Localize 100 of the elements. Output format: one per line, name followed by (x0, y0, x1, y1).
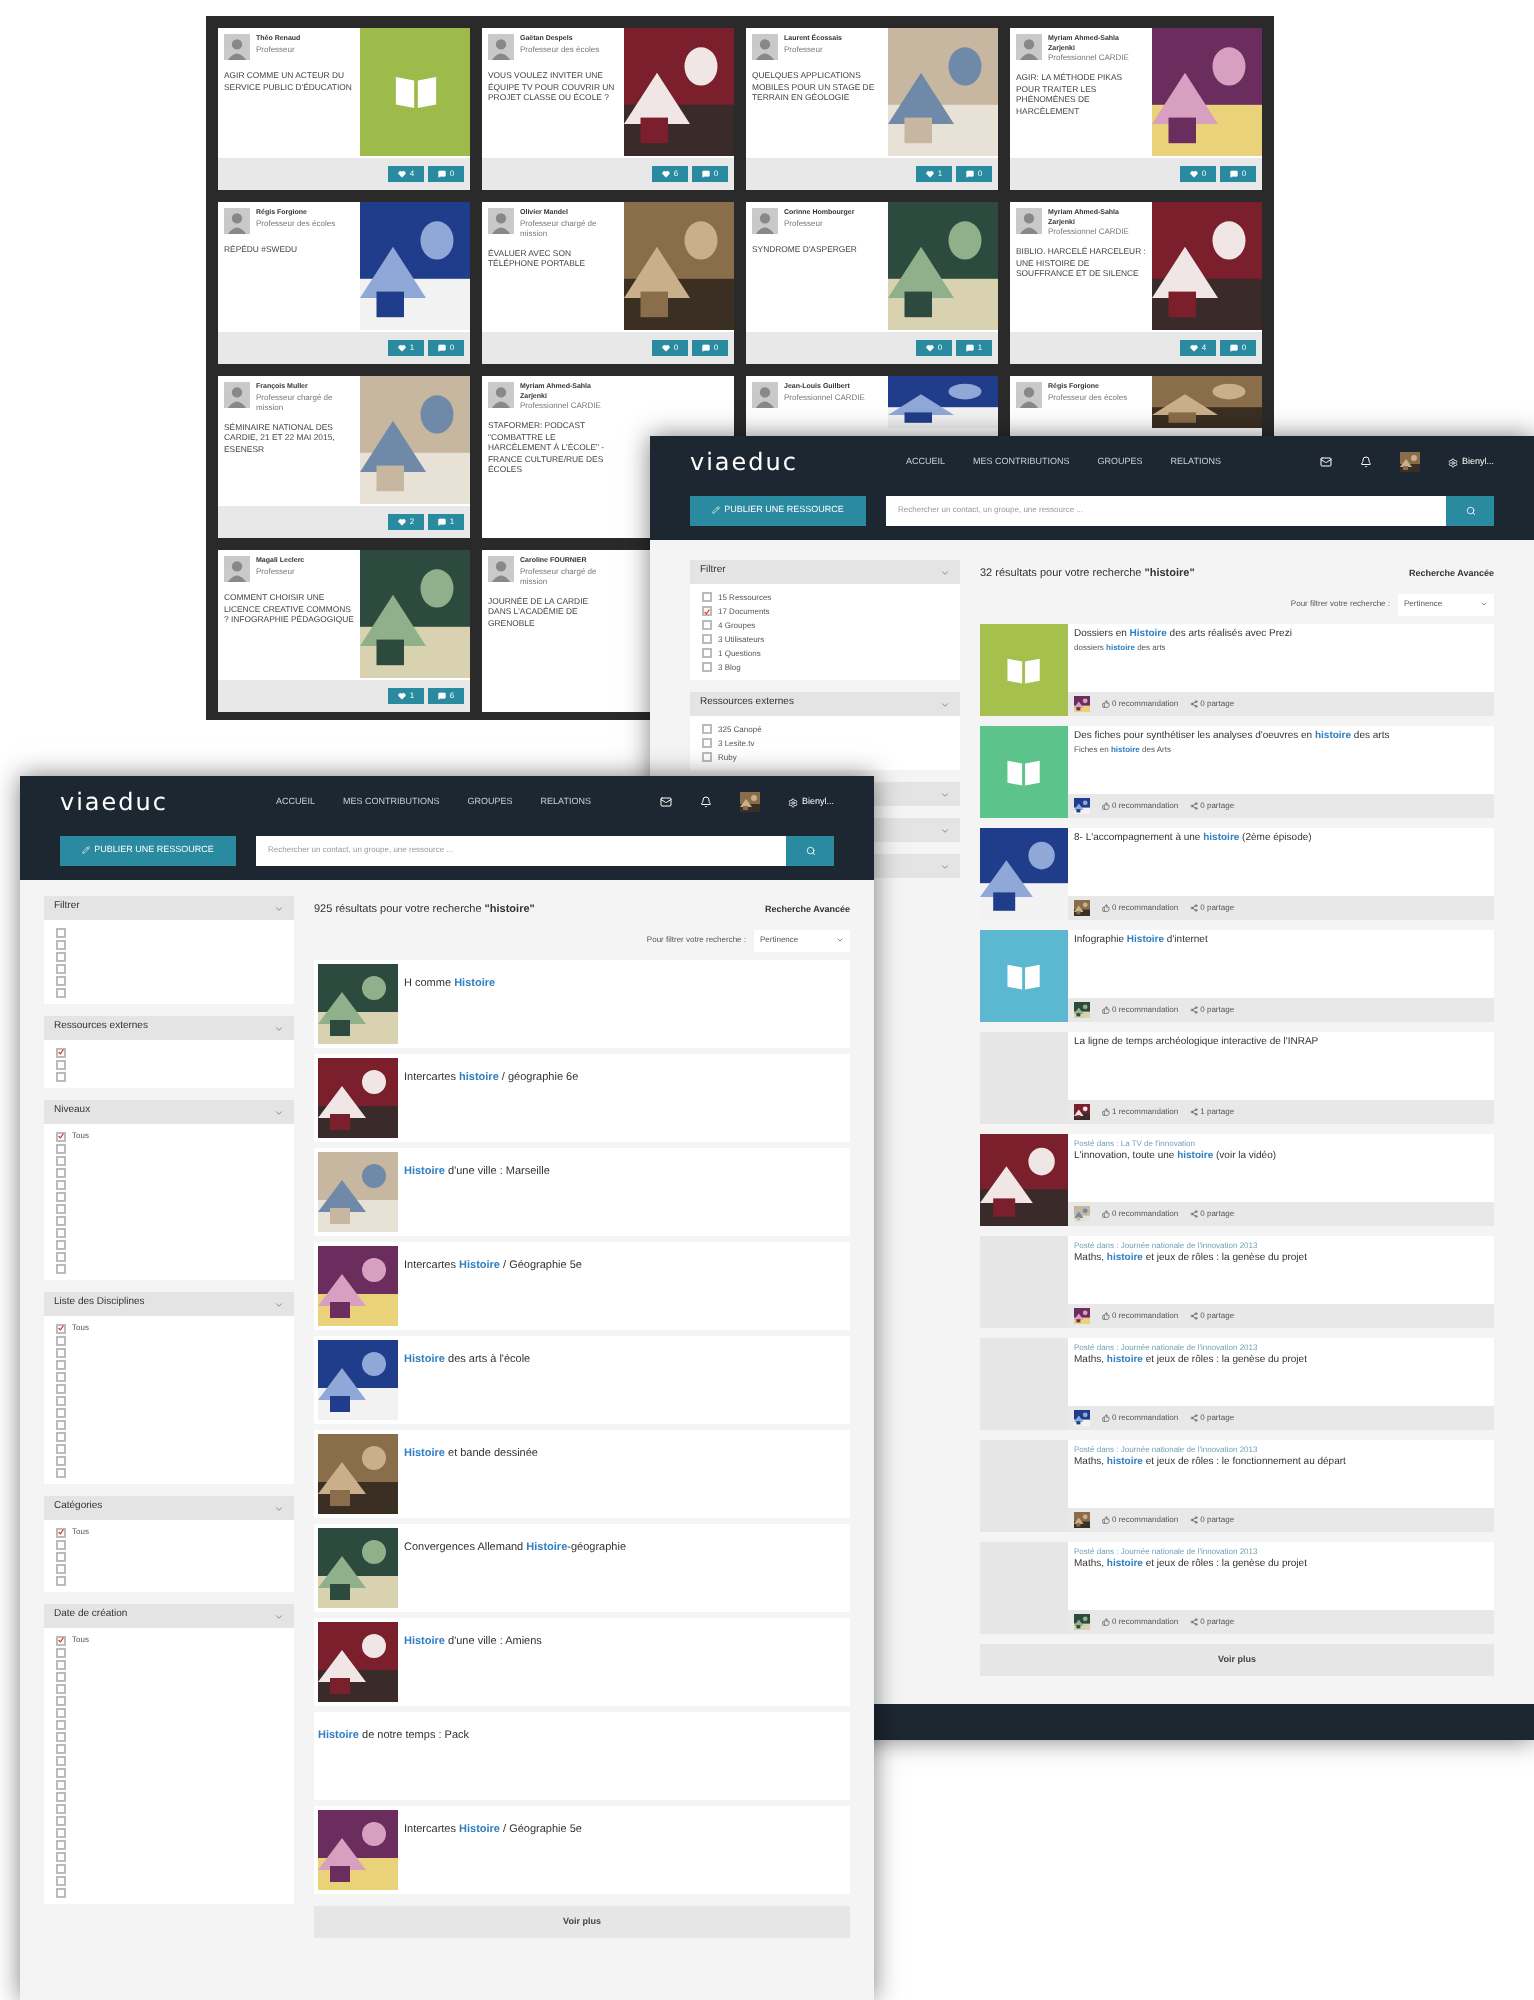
checkbox[interactable] (56, 1803, 66, 1813)
checkbox[interactable] (56, 1227, 66, 1237)
chevron-icon[interactable] (940, 825, 950, 835)
chevron-icon[interactable] (940, 861, 950, 871)
chevron-icon[interactable] (274, 1299, 284, 1309)
checkbox[interactable] (56, 1071, 66, 1081)
checkbox[interactable] (56, 1407, 66, 1417)
checkbox[interactable] (56, 987, 66, 997)
checkbox[interactable] (56, 1263, 66, 1273)
checkbox[interactable] (56, 963, 66, 973)
checkbox[interactable] (56, 1335, 66, 1345)
checkbox[interactable] (56, 1875, 66, 1885)
user-avatar[interactable] (1074, 696, 1090, 712)
checkbox[interactable] (56, 1431, 66, 1441)
checkbox[interactable] (56, 1371, 66, 1381)
checkbox[interactable] (56, 1143, 66, 1153)
user-avatar[interactable] (1074, 900, 1090, 916)
chevron-icon[interactable] (274, 1503, 284, 1513)
checkbox[interactable] (56, 1563, 66, 1573)
checkbox[interactable] (56, 1815, 66, 1825)
user-avatar[interactable] (1074, 1308, 1090, 1324)
user-avatar[interactable] (1074, 1002, 1090, 1018)
checkbox[interactable] (56, 1047, 66, 1057)
checkbox[interactable] (56, 1059, 66, 1069)
chevron-icon[interactable] (274, 903, 284, 913)
user-avatar[interactable] (1074, 1614, 1090, 1630)
checkbox[interactable] (56, 1167, 66, 1177)
checkbox[interactable] (56, 1755, 66, 1765)
checkbox[interactable] (56, 1659, 66, 1669)
search-button[interactable] (786, 835, 834, 865)
settings-icon[interactable] (787, 797, 798, 807)
checkbox[interactable] (56, 1419, 66, 1429)
checkbox[interactable] (56, 1239, 66, 1249)
checkbox[interactable] (56, 1791, 66, 1801)
checkbox[interactable] (56, 939, 66, 949)
checkbox[interactable] (56, 1695, 66, 1705)
checkbox[interactable] (56, 1707, 66, 1717)
user-avatar[interactable] (1074, 798, 1090, 814)
checkbox[interactable] (56, 1839, 66, 1849)
chevron-icon[interactable] (274, 1107, 284, 1117)
checkbox[interactable] (56, 1443, 66, 1453)
checkbox[interactable] (56, 1779, 66, 1789)
user-avatar[interactable] (1074, 1512, 1090, 1528)
checkbox[interactable] (56, 1323, 66, 1333)
settings-icon[interactable] (1447, 457, 1458, 467)
user-avatar[interactable] (1074, 1104, 1090, 1120)
checkbox[interactable] (702, 648, 712, 658)
checkbox[interactable] (56, 1203, 66, 1213)
checkbox[interactable] (702, 634, 712, 644)
checkbox[interactable] (56, 1251, 66, 1261)
checkbox[interactable] (702, 606, 712, 616)
logo[interactable]: viaeduc (60, 784, 168, 820)
checkbox[interactable] (56, 1455, 66, 1465)
mail-icon[interactable] (659, 796, 672, 808)
chevron-icon[interactable] (940, 699, 950, 709)
bell-icon[interactable] (699, 796, 712, 808)
chevron-icon[interactable] (274, 1023, 284, 1033)
checkbox[interactable] (56, 1743, 66, 1753)
checkbox[interactable] (56, 1851, 66, 1861)
search-button[interactable] (1446, 495, 1494, 525)
checkbox[interactable] (702, 592, 712, 602)
checkbox[interactable] (56, 1539, 66, 1549)
checkbox[interactable] (56, 1635, 66, 1645)
checkbox[interactable] (56, 1191, 66, 1201)
logo[interactable]: viaeduc (690, 444, 798, 480)
checkbox[interactable] (56, 1527, 66, 1537)
checkbox[interactable] (702, 752, 712, 762)
checkbox[interactable] (56, 1383, 66, 1393)
checkbox[interactable] (702, 738, 712, 748)
user-avatar[interactable] (1074, 1410, 1090, 1426)
checkbox[interactable] (56, 1467, 66, 1477)
checkbox[interactable] (56, 1131, 66, 1141)
chevron-icon[interactable] (940, 567, 950, 577)
user-avatar[interactable] (1399, 452, 1420, 472)
checkbox[interactable] (56, 951, 66, 961)
checkbox[interactable] (56, 1671, 66, 1681)
checkbox[interactable] (56, 1347, 66, 1357)
checkbox[interactable] (702, 662, 712, 672)
mail-icon[interactable] (1319, 456, 1332, 468)
checkbox[interactable] (56, 1395, 66, 1405)
checkbox[interactable] (56, 1767, 66, 1777)
chevron-icon[interactable] (940, 789, 950, 799)
checkbox[interactable] (56, 1863, 66, 1873)
checkbox[interactable] (56, 1215, 66, 1225)
checkbox[interactable] (56, 1179, 66, 1189)
checkbox[interactable] (56, 1719, 66, 1729)
checkbox[interactable] (56, 1155, 66, 1165)
user-avatar[interactable] (739, 792, 760, 812)
checkbox[interactable] (56, 1887, 66, 1897)
checkbox[interactable] (702, 620, 712, 630)
checkbox[interactable] (702, 724, 712, 734)
checkbox[interactable] (56, 1731, 66, 1741)
checkbox[interactable] (56, 927, 66, 937)
checkbox[interactable] (56, 1575, 66, 1585)
checkbox[interactable] (56, 1683, 66, 1693)
checkbox[interactable] (56, 1359, 66, 1369)
bell-icon[interactable] (1359, 456, 1372, 468)
checkbox[interactable] (56, 1827, 66, 1837)
checkbox[interactable] (56, 1647, 66, 1657)
checkbox[interactable] (56, 1551, 66, 1561)
